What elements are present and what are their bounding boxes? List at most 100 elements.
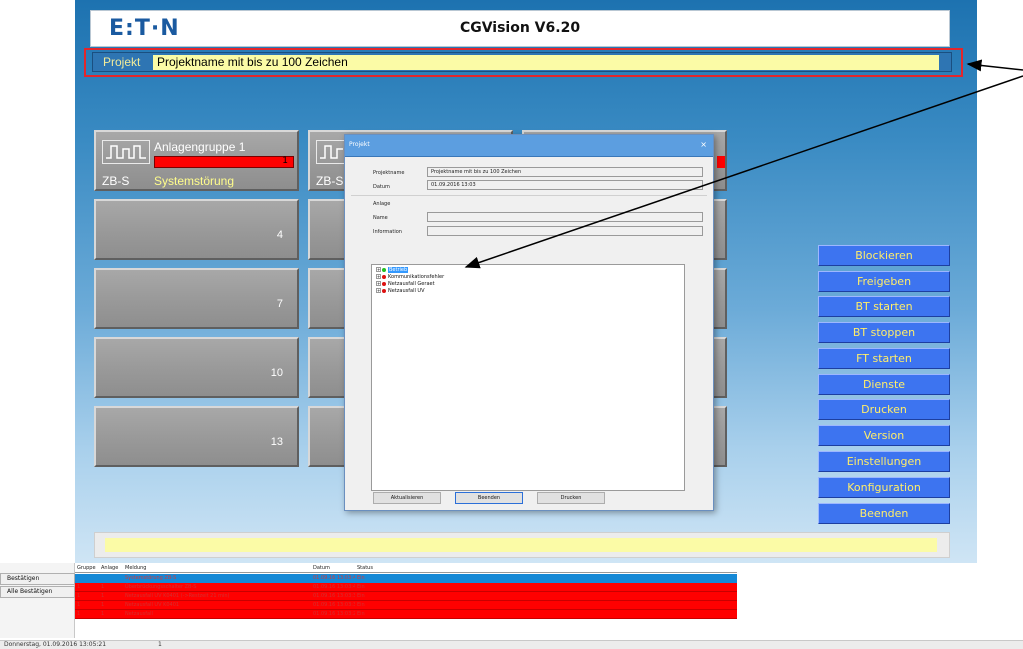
table-row[interactable]: 1 1 Netzausfall 01.09.16 13:03:25 Ein — [75, 610, 737, 619]
tree-item-label: Betrieb — [388, 267, 409, 273]
version-button[interactable]: Version — [818, 425, 950, 446]
group-tile-7[interactable]: 7 — [94, 268, 299, 329]
group-alarm-bar: 1 — [154, 156, 294, 168]
info-bar — [94, 532, 950, 558]
cell-plant: 1 — [101, 593, 105, 599]
cell-plant: 1 — [101, 611, 105, 617]
tile-number: 10 — [270, 367, 283, 379]
datum-field[interactable]: 01.09.2016 13:03 — [427, 180, 703, 190]
column-header[interactable]: Meldung — [123, 564, 311, 573]
group-alarm-bar — [717, 156, 725, 168]
project-name-field[interactable]: Projektname mit bis zu 100 Zeichen — [153, 55, 939, 70]
acknowledge-all-button[interactable]: Alle Bestätigen — [0, 586, 75, 598]
cell-date: 01.09.16 13:03:44 — [313, 584, 355, 590]
tree-item-label: Netzausfall UV — [388, 288, 425, 294]
status-tree: + Betrieb + Kommunikationsfehler + Netzausf… — [371, 264, 685, 491]
exit-button[interactable]: Beenden — [818, 503, 950, 524]
tile-number: 13 — [270, 436, 283, 448]
table-row[interactable]: Systemstörung ZB-S 01.09.16 13:03:44 Ein — [75, 574, 737, 583]
information-label: Information — [373, 229, 402, 235]
cell-date: 01.09.16 13:03:36 — [313, 602, 355, 608]
project-bar: Projekt Projektname mit bis zu 100 Zeich… — [92, 52, 952, 72]
info-text-field — [105, 538, 937, 552]
refresh-button[interactable]: Aktualisieren — [373, 492, 441, 504]
status-count: 1 — [158, 641, 162, 648]
table-row[interactable]: 1 1 Netzausfall UV K0401 01.09.16 13:03:… — [75, 601, 737, 610]
expand-icon[interactable]: + — [376, 288, 381, 293]
cell-message: Systemstörung ZB-S — [125, 575, 177, 581]
acknowledge-button[interactable]: Bestätigen — [0, 573, 75, 585]
bt-stop-button[interactable]: BT stoppen — [818, 322, 950, 343]
group-name: Anlagengruppe 1 — [154, 140, 246, 154]
block-button[interactable]: Blockieren — [818, 245, 950, 266]
release-button[interactable]: Freigeben — [818, 271, 950, 292]
app-title: CGVision V6.20 — [459, 20, 581, 36]
expand-icon[interactable]: + — [376, 267, 381, 272]
tree-item-label: Netzausfall Geraet — [388, 281, 435, 287]
configuration-button[interactable]: Konfiguration — [818, 477, 950, 498]
name-field[interactable] — [427, 212, 703, 222]
group-alarm-count: 1 — [282, 156, 288, 166]
cell-status: Ein — [357, 602, 365, 608]
project-dialog: Projekt × Projektname Projektname mit bi… — [344, 134, 714, 511]
close-dialog-button[interactable]: Beenden — [455, 492, 523, 504]
cell-message: Überbrückungsschalter ZB-S — [125, 584, 197, 590]
app-header: E:T·N CGVision V6.20 — [90, 10, 950, 47]
column-header[interactable]: Gruppe — [75, 564, 99, 573]
bt-start-button[interactable]: BT starten — [818, 296, 950, 317]
table-row[interactable]: 1 1 Überbrückungsschalter ZB-S 01.09.16 … — [75, 583, 737, 592]
column-header[interactable]: Status — [355, 564, 455, 573]
dialog-titlebar[interactable]: Projekt × — [345, 135, 713, 157]
print-dialog-button[interactable]: Drucken — [537, 492, 605, 504]
red-status-icon — [382, 281, 386, 286]
projektname-label: Projektname — [373, 170, 405, 176]
cell-plant: 1 — [101, 584, 105, 590]
cell-status: Ein — [357, 593, 365, 599]
settings-button[interactable]: Einstellungen — [818, 451, 950, 472]
pulse-icon — [102, 140, 150, 164]
group-tile-13[interactable]: 13 — [94, 406, 299, 467]
tree-item-betrieb[interactable]: + Betrieb — [376, 267, 409, 274]
anlage-label: Anlage — [373, 201, 391, 207]
services-button[interactable]: Dienste — [818, 374, 950, 395]
cell-group: 1 — [77, 611, 81, 617]
cell-date: 01.09.16 13:03:36 — [313, 593, 355, 599]
information-field[interactable] — [427, 226, 703, 236]
cell-group: 1 — [77, 593, 81, 599]
tree-item-label: Kommunikationsfehler — [388, 274, 445, 280]
cell-group: 1 — [77, 584, 81, 590]
cell-status: Ein — [357, 584, 365, 590]
status-bar: Donnerstag, 01.09.2016 13:05:21 1 — [0, 640, 1023, 649]
group-tile-4[interactable]: 4 — [94, 199, 299, 260]
expand-icon[interactable]: + — [376, 281, 381, 286]
expand-icon[interactable]: + — [376, 274, 381, 279]
ft-start-button[interactable]: FT starten — [818, 348, 950, 369]
column-header[interactable]: Datum — [311, 564, 355, 573]
group-status-text: Systemstörung — [154, 174, 235, 188]
projektname-field[interactable]: Projektname mit bis zu 100 Zeichen — [427, 167, 703, 177]
tree-item-netzausfall-geraet[interactable]: + Netzausfall Geraet — [376, 281, 435, 288]
cell-date: 01.09.16 13:03:44 — [313, 575, 355, 581]
green-status-icon — [382, 267, 386, 272]
red-status-icon — [382, 288, 386, 293]
group-tile-10[interactable]: 10 — [94, 337, 299, 398]
tree-item-netzausfall-uv[interactable]: + Netzausfall UV — [376, 288, 425, 295]
cell-plant: 1 — [101, 602, 105, 608]
cell-date: 01.09.16 13:03:25 — [313, 611, 355, 617]
cell-message: Netzausfall — [125, 611, 153, 617]
dialog-title: Projekt — [349, 141, 370, 148]
cell-status: Ein — [357, 611, 365, 617]
close-icon[interactable]: × — [700, 141, 707, 149]
red-status-icon — [382, 274, 386, 279]
table-header: Gruppe Anlage Meldung Datum Status — [75, 564, 737, 573]
tree-item-kommunikationsfehler[interactable]: + Kommunikationsfehler — [376, 274, 444, 281]
project-label: Projekt — [103, 55, 141, 69]
column-header[interactable]: Anlage — [99, 564, 123, 573]
tile-number: 7 — [276, 298, 283, 310]
group-tile-1[interactable]: Anlagengruppe 1 1 ZB-S Systemstörung — [94, 130, 299, 191]
print-button[interactable]: Drucken — [818, 399, 950, 420]
cgvision-window: E:T·N CGVision V6.20 Projekt Projektname… — [0, 0, 1023, 649]
table-row[interactable]: 1 1 Netzausfall UV K0401 (->Restzeit 21 … — [75, 592, 737, 601]
message-actions: Bestätigen Alle Bestätigen — [0, 563, 75, 638]
name-label: Name — [373, 215, 388, 221]
